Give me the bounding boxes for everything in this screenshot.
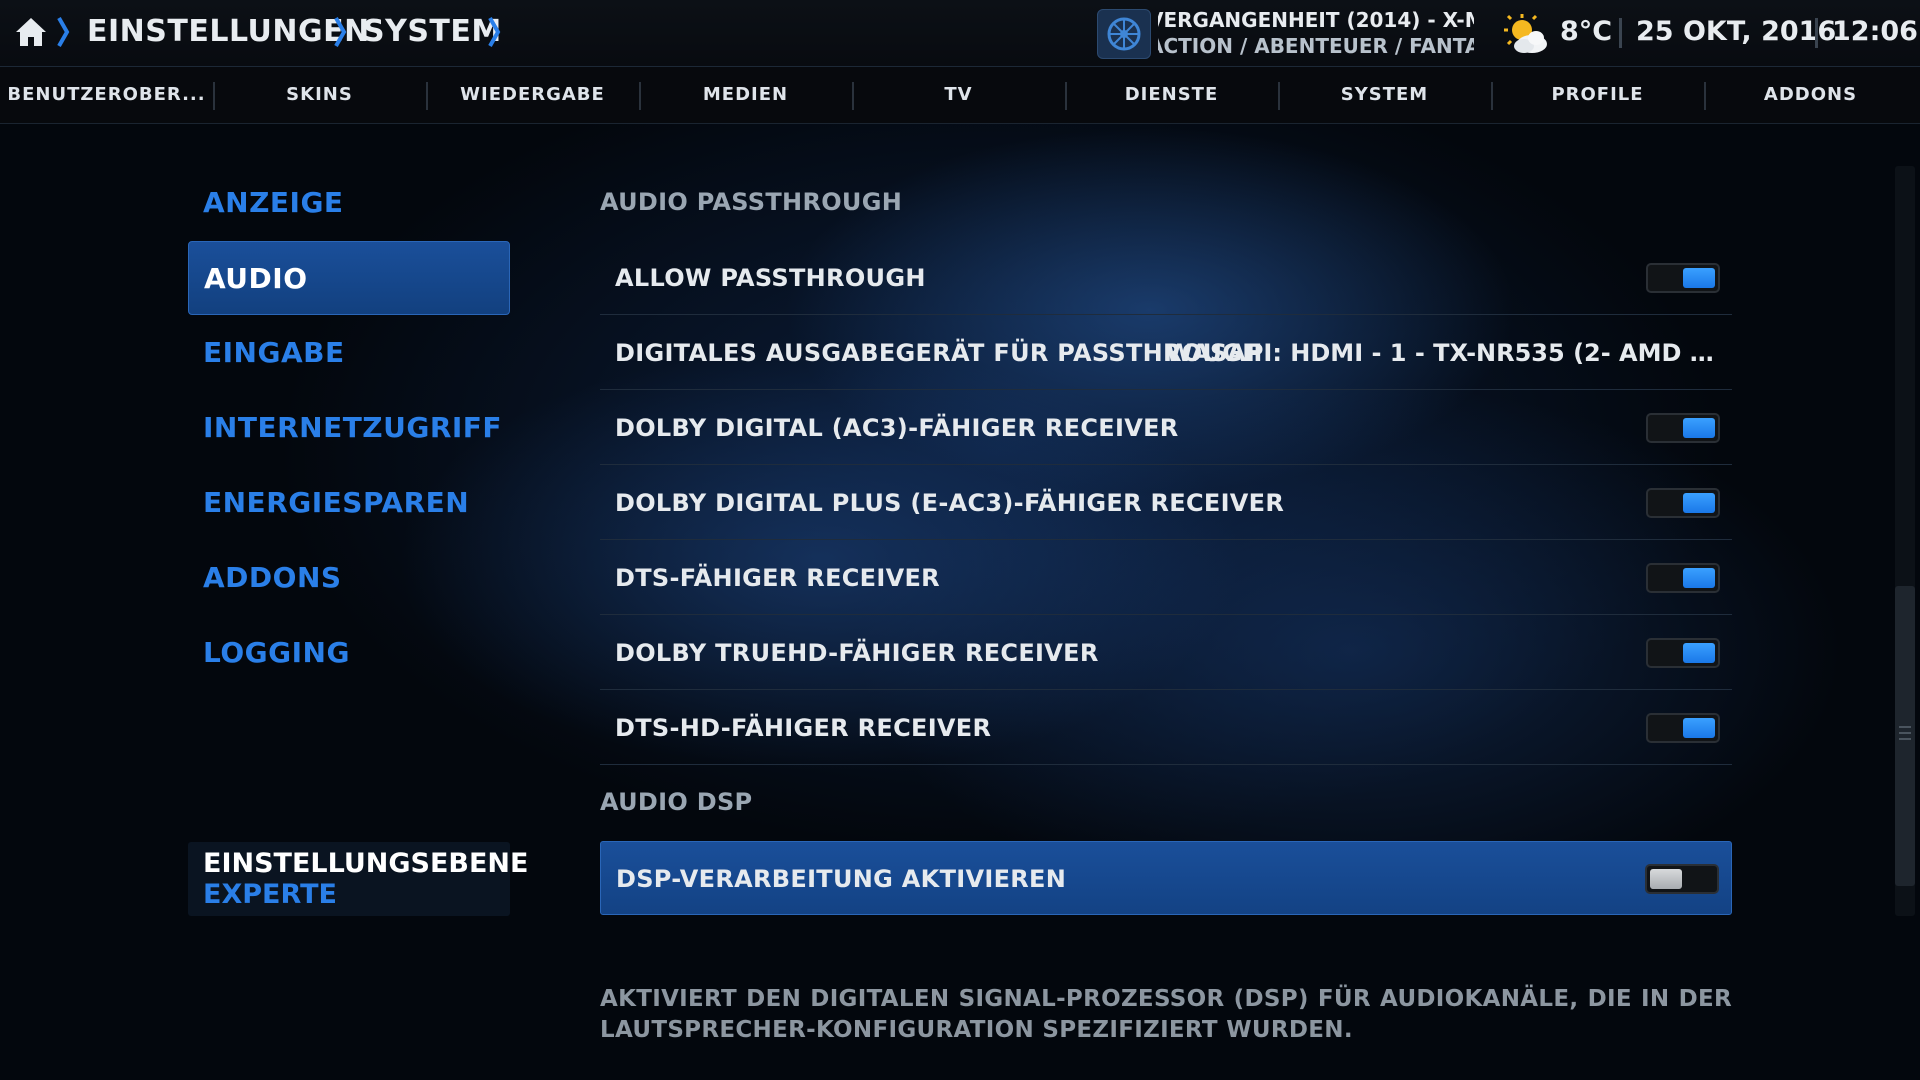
tab-interface[interactable]: BENUTZEROBER... (0, 67, 213, 123)
setting-label: ALLOW PASSTHROUGH (615, 264, 926, 292)
tab-tv[interactable]: TV (852, 67, 1065, 123)
tab-addons[interactable]: ADDONS (1704, 67, 1917, 123)
disc-icon (1097, 9, 1151, 59)
tab-system[interactable]: SYSTEM (1278, 67, 1491, 123)
toggle-switch[interactable] (1646, 638, 1720, 668)
tab-profiles[interactable]: PROFILE (1491, 67, 1704, 123)
home-icon[interactable] (14, 16, 48, 48)
clock: 12:06 (1832, 16, 1918, 47)
setting-value: WASAPI: HDMI - 1 - TX-NR535 (2- AMD HIGH… (1166, 339, 1714, 367)
sidebar-item-internet-access[interactable]: INTERNETZUGRIFF (188, 391, 510, 465)
tab-playback[interactable]: WIEDERGABE (426, 67, 639, 123)
toggle-switch[interactable] (1646, 413, 1720, 443)
background-artwork (0, 0, 1920, 1080)
breadcrumb-system[interactable]: SYSTEM (363, 14, 502, 49)
setting-label: DOLBY TRUEHD-FÄHIGER RECEIVER (615, 639, 1099, 667)
section-title-passthrough: AUDIO PASSTHROUGH (600, 188, 903, 216)
scrollbar[interactable] (1895, 166, 1915, 916)
date: 25 OKT, 2016 (1636, 16, 1837, 47)
chevron-right-icon (488, 17, 501, 47)
setting-ac3-receiver[interactable]: DOLBY DIGITAL (AC3)-FÄHIGER RECEIVER (600, 391, 1732, 465)
setting-label: DSP-VERARBEITUNG AKTIVIEREN (616, 865, 1067, 893)
sidebar-item-logging[interactable]: LOGGING (188, 616, 510, 690)
toggle-switch[interactable] (1645, 864, 1719, 894)
scrollbar-thumb[interactable] (1895, 586, 1915, 886)
section-title-dsp: AUDIO DSP (600, 788, 753, 816)
toggle-switch[interactable] (1646, 563, 1720, 593)
tab-media[interactable]: MEDIEN (639, 67, 852, 123)
settings-level-value: EXPERTE (203, 879, 337, 910)
setting-eac3-receiver[interactable]: DOLBY DIGITAL PLUS (E-AC3)-FÄHIGER RECEI… (600, 466, 1732, 540)
divider (1619, 18, 1622, 48)
setting-dtshd-receiver[interactable]: DTS-HD-FÄHIGER RECEIVER (600, 691, 1732, 765)
setting-description: AKTIVIERT DEN DIGITALEN SIGNAL-PROZESSOR… (600, 986, 1732, 1043)
toggle-switch[interactable] (1646, 263, 1720, 293)
now-playing-title: VERGANGENHEIT (2014) - X-MEN (1158, 8, 1474, 32)
setting-digital-output-device[interactable]: DIGITALES AUSGABEGERÄT FÜR PASSTHROUGH W… (600, 316, 1732, 390)
toggle-switch[interactable] (1646, 488, 1720, 518)
tab-services[interactable]: DIENSTE (1065, 67, 1278, 123)
divider (1815, 18, 1818, 48)
chevron-right-icon (57, 17, 70, 47)
setting-enable-dsp[interactable]: DSP-VERARBEITUNG AKTIVIEREN (600, 841, 1732, 915)
settings-level-title: EINSTELLUNGSEBENE (203, 848, 529, 879)
temperature: 8°C (1560, 16, 1613, 47)
setting-label: DTS-HD-FÄHIGER RECEIVER (615, 714, 992, 742)
setting-dts-receiver[interactable]: DTS-FÄHIGER RECEIVER (600, 541, 1732, 615)
category-tabs: BENUTZEROBER... SKINS WIEDERGABE MEDIEN … (0, 67, 1920, 124)
setting-truehd-receiver[interactable]: DOLBY TRUEHD-FÄHIGER RECEIVER (600, 616, 1732, 690)
chevron-right-icon (334, 17, 347, 47)
now-playing-widget[interactable]: VERGANGENHEIT (2014) - X-MEN ACTION / AB… (1097, 7, 1477, 59)
settings-level-button[interactable]: EINSTELLUNGSEBENE EXPERTE (188, 842, 528, 916)
tab-skins[interactable]: SKINS (213, 67, 426, 123)
breadcrumb-settings[interactable]: EINSTELLUNGEN (87, 14, 370, 49)
sidebar-item-power-saving[interactable]: ENERGIESPAREN (188, 466, 510, 540)
sidebar-item-display[interactable]: ANZEIGE (188, 166, 510, 240)
setting-label: DOLBY DIGITAL PLUS (E-AC3)-FÄHIGER RECEI… (615, 489, 1285, 517)
setting-allow-passthrough[interactable]: ALLOW PASSTHROUGH (600, 241, 1732, 315)
weather-cloudy-sun-icon (1504, 14, 1547, 53)
now-playing-genre: ACTION / ABENTEUER / FANTASY (1158, 34, 1474, 58)
sidebar-item-audio[interactable]: AUDIO (188, 241, 510, 315)
setting-label: DOLBY DIGITAL (AC3)-FÄHIGER RECEIVER (615, 414, 1179, 442)
sidebar-item-input[interactable]: EINGABE (188, 316, 510, 390)
top-bar: EINSTELLUNGEN SYSTEM VERGANGENHEIT (2014… (0, 0, 1920, 67)
sidebar-item-addons[interactable]: ADDONS (188, 541, 510, 615)
setting-label: DTS-FÄHIGER RECEIVER (615, 564, 940, 592)
toggle-switch[interactable] (1646, 713, 1720, 743)
